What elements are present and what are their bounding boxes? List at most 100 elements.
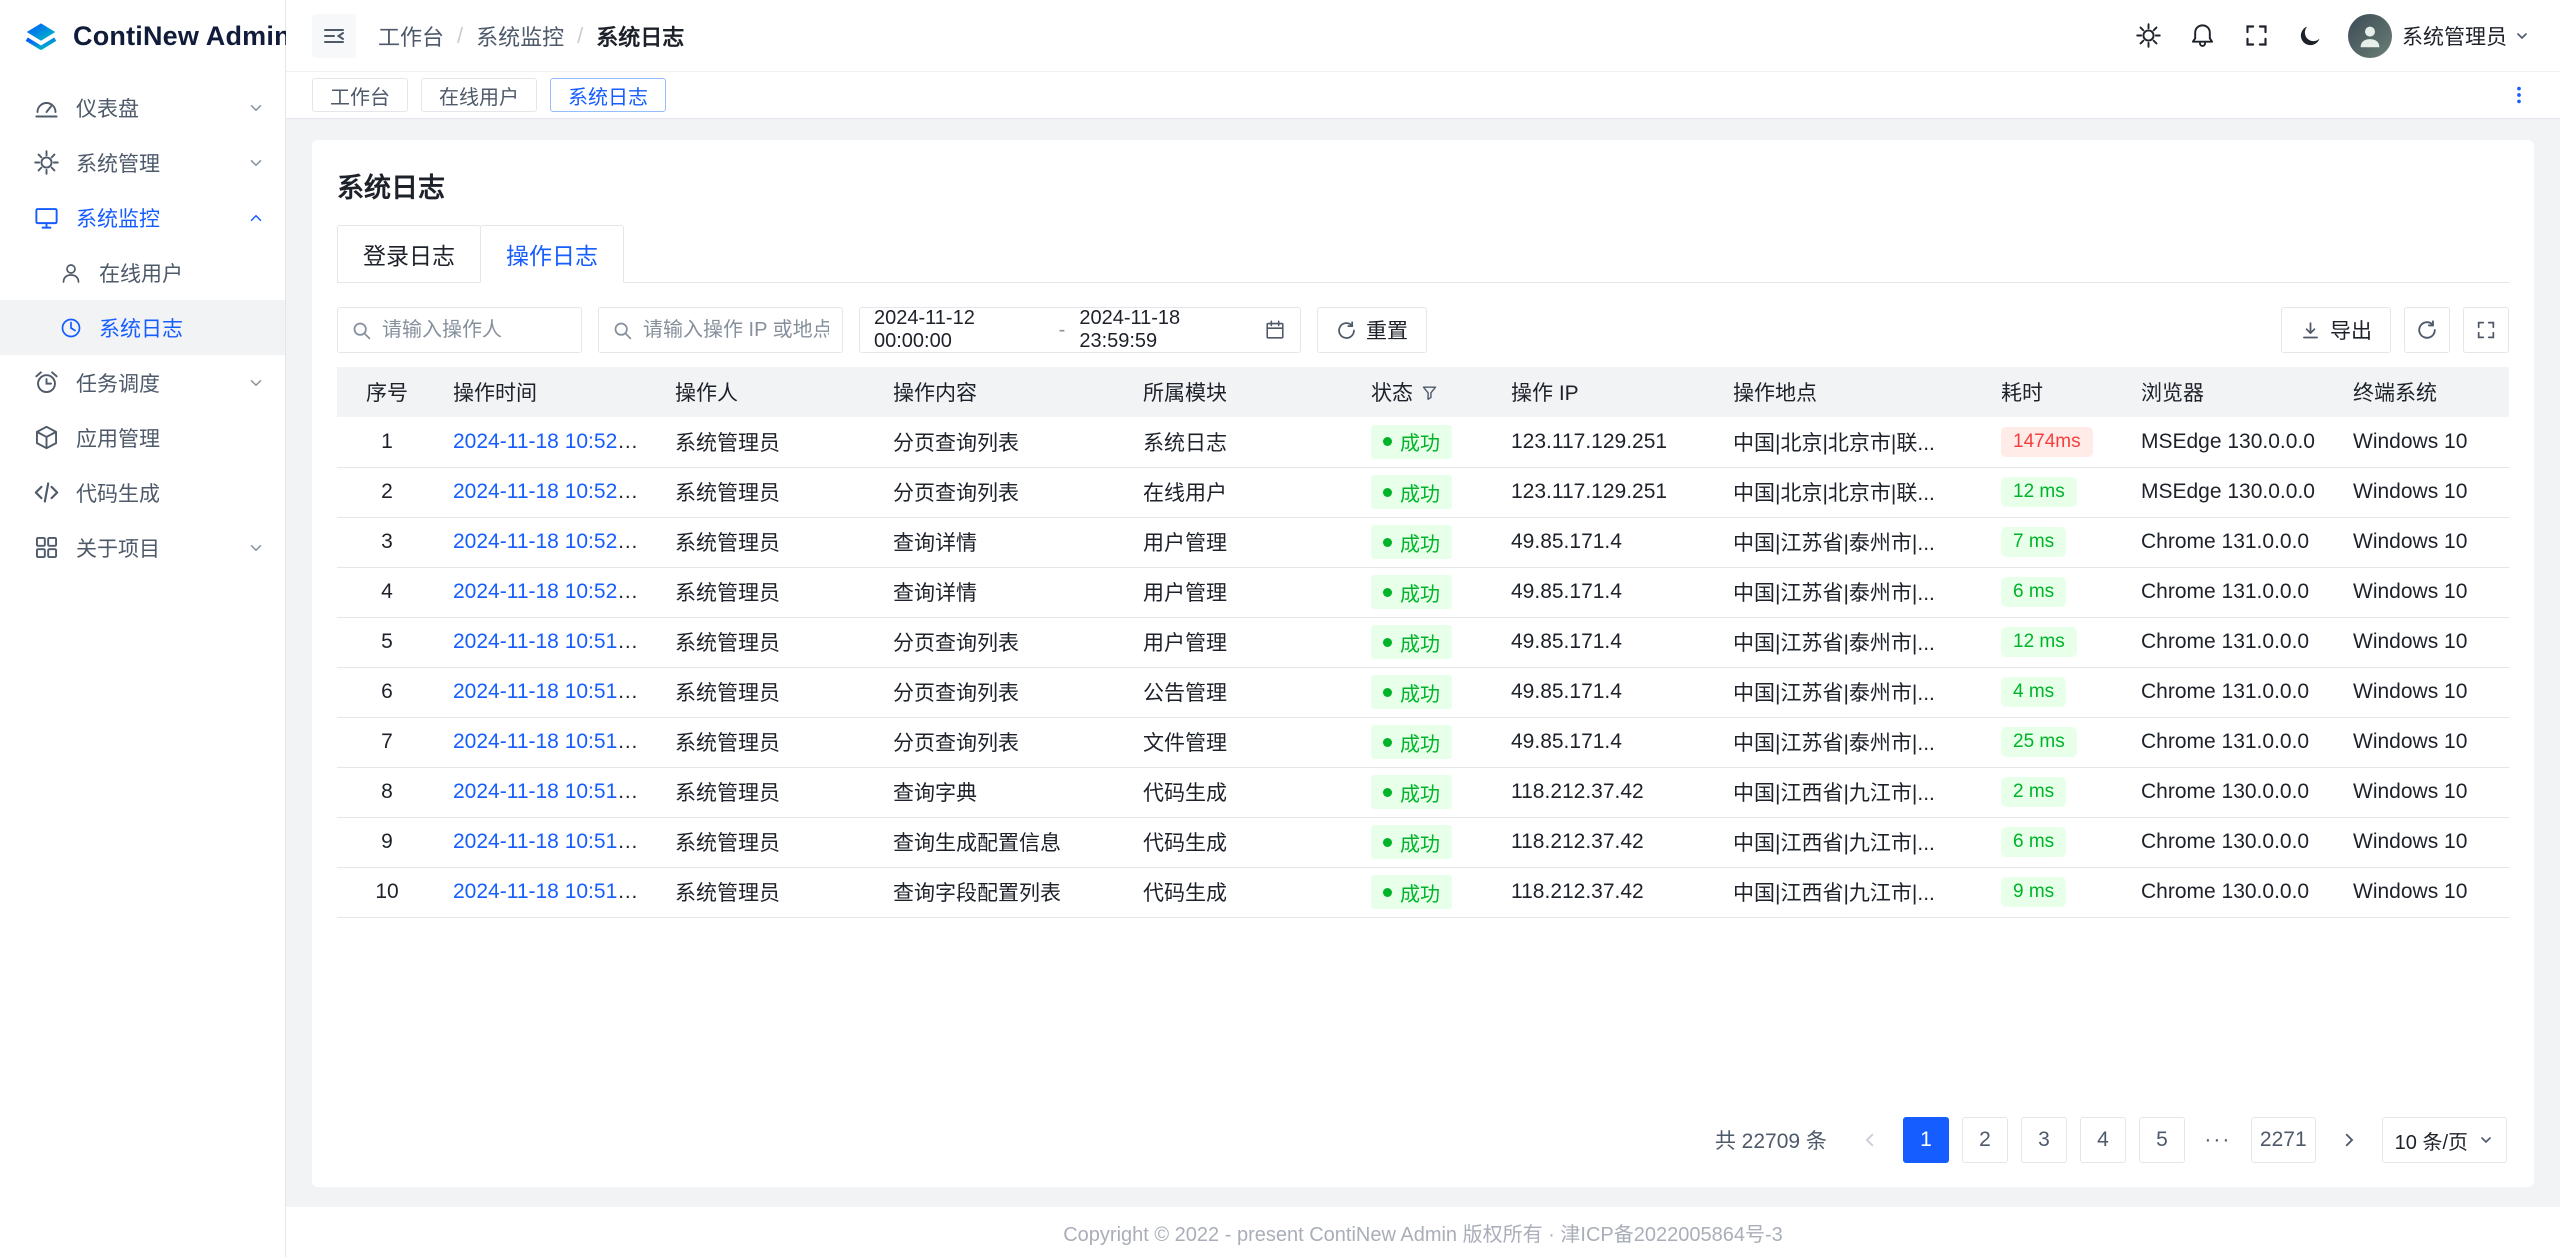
cell-index: 6: [337, 667, 437, 717]
settings-button[interactable]: [2126, 14, 2170, 58]
export-button[interactable]: 导出: [2281, 307, 2391, 353]
fullscreen-button[interactable]: [2234, 14, 2278, 58]
breadcrumb-item[interactable]: 工作台: [378, 20, 444, 52]
status-dot-icon: [1383, 838, 1392, 847]
cell-status: 成功: [1355, 767, 1495, 817]
cell-cost: 6 ms: [1985, 567, 2125, 617]
pagination-next-button[interactable]: [2329, 1117, 2369, 1163]
tab-more-button[interactable]: [2504, 80, 2534, 110]
tab-operation-log[interactable]: 操作日志: [480, 225, 624, 283]
sidebar-item-online-users[interactable]: 在线用户: [0, 245, 285, 300]
breadcrumb-item[interactable]: 系统监控: [476, 20, 564, 52]
tab-workbench[interactable]: 工作台: [312, 78, 408, 112]
operation-time-link[interactable]: 2024-11-18 10:51:50: [453, 780, 646, 803]
cell-browser: Chrome 130.0.0.0: [2125, 817, 2337, 867]
chevron-down-icon: [247, 374, 265, 392]
sidebar-item-code-generation[interactable]: 代码生成: [0, 465, 285, 520]
pagination-ellipsis[interactable]: ···: [2198, 1128, 2238, 1152]
operation-time-link[interactable]: 2024-11-18 10:51:55: [453, 630, 646, 653]
search-icon: [612, 320, 633, 341]
operation-time-link[interactable]: 2024-11-18 10:52:47: [453, 480, 646, 503]
cell-ip: 49.85.171.4: [1495, 517, 1717, 567]
cell-operator: 系统管理员: [659, 567, 877, 617]
notifications-button[interactable]: [2180, 14, 2224, 58]
status-dot-icon: [1383, 788, 1392, 797]
cell-os: Windows 10: [2337, 567, 2509, 617]
pagination-page-5[interactable]: 5: [2139, 1117, 2185, 1163]
table-row[interactable]: 5 2024-11-18 10:51:55 系统管理员 分页查询列表 用户管理 …: [337, 617, 2509, 667]
pagination-page-last[interactable]: 2271: [2251, 1117, 2316, 1163]
tab-online-users[interactable]: 在线用户: [421, 78, 537, 112]
status-tag: 成功: [1371, 625, 1452, 659]
avatar[interactable]: [2348, 14, 2392, 58]
cell-operator: 系统管理员: [659, 767, 877, 817]
reset-button[interactable]: 重置: [1317, 307, 1427, 353]
pagination-prev-button[interactable]: [1850, 1117, 1890, 1163]
dashboard-icon: [33, 94, 60, 121]
operation-time-link[interactable]: 2024-11-18 10:51:49: [453, 880, 646, 903]
filter-icon[interactable]: [1421, 384, 1438, 401]
table-row[interactable]: 10 2024-11-18 10:51:49 系统管理员 查询字段配置列表 代码…: [337, 867, 2509, 917]
status-label: 成功: [1400, 427, 1440, 456]
cell-index: 7: [337, 717, 437, 767]
duration-badge: 2 ms: [2001, 777, 2066, 807]
sidebar-item-system-management[interactable]: 系统管理: [0, 135, 285, 190]
cell-os: Windows 10: [2337, 667, 2509, 717]
status-tag: 成功: [1371, 775, 1452, 809]
cell-content: 查询详情: [877, 567, 1127, 617]
sidebar-item-system-log[interactable]: 系统日志: [0, 300, 285, 355]
cell-time: 2024-11-18 10:52:12: [437, 517, 659, 567]
sidebar-item-app-management[interactable]: 应用管理: [0, 410, 285, 465]
cell-module: 文件管理: [1127, 717, 1355, 767]
pagination-page-4[interactable]: 4: [2080, 1117, 2126, 1163]
pagination-page-2[interactable]: 2: [1962, 1117, 2008, 1163]
table-row[interactable]: 6 2024-11-18 10:51:53 系统管理员 分页查询列表 公告管理 …: [337, 667, 2509, 717]
operation-time-link[interactable]: 2024-11-18 10:51:52: [453, 730, 646, 753]
ip-search-field[interactable]: [598, 307, 843, 353]
pagination-page-1[interactable]: 1: [1903, 1117, 1949, 1163]
operator-search-input[interactable]: [382, 319, 568, 342]
table-row[interactable]: 8 2024-11-18 10:51:50 系统管理员 查询字典 代码生成 成功…: [337, 767, 2509, 817]
cell-location: 中国|北京|北京市|联...: [1717, 417, 1985, 467]
logo[interactable]: ContiNew Admin: [0, 0, 285, 72]
operation-time-link[interactable]: 2024-11-18 10:52:05: [453, 580, 646, 603]
table-row[interactable]: 4 2024-11-18 10:52:05 系统管理员 查询详情 用户管理 成功…: [337, 567, 2509, 617]
sidebar-item-about-project[interactable]: 关于项目: [0, 520, 285, 575]
table-row[interactable]: 1 2024-11-18 10:52:55 系统管理员 分页查询列表 系统日志 …: [337, 417, 2509, 467]
cell-module: 代码生成: [1127, 867, 1355, 917]
sidebar-collapse-button[interactable]: [312, 14, 356, 58]
operation-time-link[interactable]: 2024-11-18 10:52:12: [453, 530, 646, 553]
pagination-page-3[interactable]: 3: [2021, 1117, 2067, 1163]
table-row[interactable]: 9 2024-11-18 10:51:49 系统管理员 查询生成配置信息 代码生…: [337, 817, 2509, 867]
cell-module: 用户管理: [1127, 567, 1355, 617]
operation-time-link[interactable]: 2024-11-18 10:51:49: [453, 830, 646, 853]
table-row[interactable]: 2 2024-11-18 10:52:47 系统管理员 分页查询列表 在线用户 …: [337, 467, 2509, 517]
operation-time-link[interactable]: 2024-11-18 10:51:53: [453, 680, 646, 703]
chevron-left-icon: [1861, 1131, 1879, 1149]
cell-content: 查询字段配置列表: [877, 867, 1127, 917]
cell-status: 成功: [1355, 617, 1495, 667]
table-row[interactable]: 7 2024-11-18 10:51:52 系统管理员 分页查询列表 文件管理 …: [337, 717, 2509, 767]
cell-location: 中国|江苏省|泰州市|...: [1717, 717, 1985, 767]
refresh-table-button[interactable]: [2404, 307, 2450, 353]
sidebar-item-system-monitor[interactable]: 系统监控: [0, 190, 285, 245]
table-row[interactable]: 3 2024-11-18 10:52:12 系统管理员 查询详情 用户管理 成功…: [337, 517, 2509, 567]
date-range-picker[interactable]: 2024-11-12 00:00:00 - 2024-11-18 23:59:5…: [859, 307, 1301, 353]
page-size-select[interactable]: 10 条/页: [2382, 1117, 2507, 1163]
operation-time-link[interactable]: 2024-11-18 10:52:55: [453, 430, 646, 453]
sidebar-item-task-schedule[interactable]: 任务调度: [0, 355, 285, 410]
cell-status: 成功: [1355, 867, 1495, 917]
operator-search-field[interactable]: [337, 307, 582, 353]
cell-os: Windows 10: [2337, 817, 2509, 867]
ip-search-input[interactable]: [643, 319, 829, 342]
dark-mode-button[interactable]: [2288, 14, 2332, 58]
col-index: 序号: [337, 367, 437, 417]
tab-label: 系统日志: [568, 81, 648, 110]
tab-login-log[interactable]: 登录日志: [337, 225, 481, 282]
sidebar-item-dashboard[interactable]: 仪表盘: [0, 80, 285, 135]
footer: Copyright © 2022 - present ContiNew Admi…: [286, 1207, 2560, 1257]
status-tag: 成功: [1371, 875, 1452, 909]
user-menu[interactable]: 系统管理员: [2402, 21, 2534, 51]
tab-system-log[interactable]: 系统日志: [550, 78, 666, 112]
table-fullscreen-button[interactable]: [2463, 307, 2509, 353]
